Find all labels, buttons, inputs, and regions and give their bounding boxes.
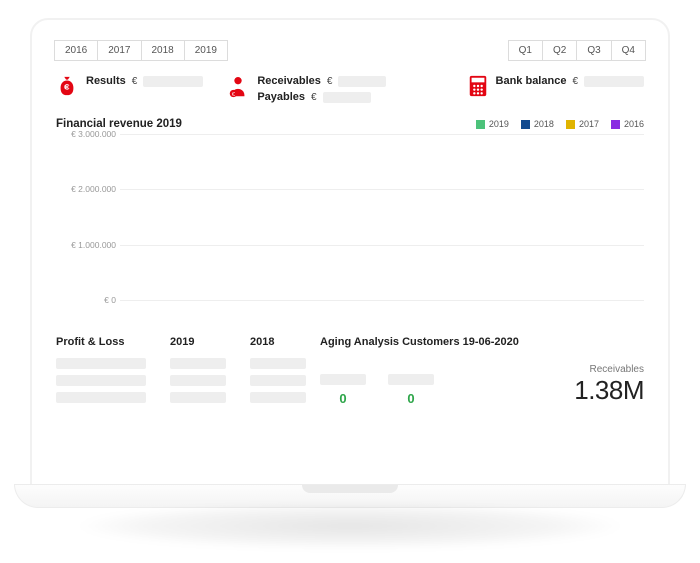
tab-year-2018[interactable]: 2018	[141, 40, 184, 61]
pl-col-b: 2018	[250, 336, 306, 348]
laptop-frame: 2016 2017 2018 2019 Q1 Q2 Q3 Q4 Results	[30, 18, 670, 486]
aging-panel: Aging Analysis Customers 19-06-2020 0 0	[320, 336, 644, 406]
pl-title: Profit & Loss	[56, 336, 146, 348]
aging-col-header	[388, 374, 434, 385]
metric-receivables-payables: € Receivables € Payables €	[227, 75, 386, 104]
legend-2017[interactable]: 2017	[566, 119, 599, 129]
aging-col: 0	[320, 374, 366, 406]
y-tick: € 2.000.000	[56, 184, 116, 194]
legend-2016[interactable]: 2016	[611, 119, 644, 129]
aging-title: Aging Analysis Customers 19-06-2020	[320, 336, 644, 348]
metric-payables-label: Payables	[257, 91, 305, 103]
swatch-icon	[476, 120, 485, 129]
receivables-value: 1.38M	[574, 375, 644, 406]
legend-2019[interactable]: 2019	[476, 119, 509, 129]
metric-bank-currency: €	[572, 76, 578, 87]
aging-value: 0	[407, 391, 414, 406]
y-tick: € 3.000.000	[56, 129, 116, 139]
metric-bank-value	[584, 76, 644, 87]
metric-receivables-value	[338, 76, 386, 87]
pl-row	[56, 358, 306, 369]
metric-results: Results €	[56, 75, 203, 100]
aging-value: 0	[339, 391, 346, 406]
swatch-icon	[566, 120, 575, 129]
metric-payables-value	[323, 92, 371, 103]
tab-q3[interactable]: Q3	[576, 40, 610, 61]
quarter-tabs: Q1 Q2 Q3 Q4	[508, 40, 646, 61]
pl-col-a: 2019	[170, 336, 226, 348]
person-money-icon: €	[227, 75, 249, 104]
y-tick: € 0	[56, 295, 116, 305]
chart-plot	[120, 134, 644, 300]
tabs-row: 2016 2017 2018 2019 Q1 Q2 Q3 Q4	[50, 38, 650, 69]
tab-q1[interactable]: Q1	[508, 40, 542, 61]
legend-2018[interactable]: 2018	[521, 119, 554, 129]
metric-bank: Bank balance €	[468, 75, 644, 100]
metric-results-label: Results	[86, 75, 126, 87]
chart-legend: 2019 2018 2017 2016	[476, 119, 644, 129]
chart-header: Financial revenue 2019 2019 2018 2017 20…	[50, 114, 650, 132]
metric-receivables-label: Receivables	[257, 75, 321, 87]
metric-receivables-currency: €	[327, 76, 333, 87]
tab-q2[interactable]: Q2	[542, 40, 576, 61]
metric-results-currency: €	[132, 76, 138, 87]
tab-year-2016[interactable]: 2016	[54, 40, 97, 61]
swatch-icon	[521, 120, 530, 129]
metric-results-value	[143, 76, 203, 87]
tab-q4[interactable]: Q4	[611, 40, 646, 61]
tab-year-2017[interactable]: 2017	[97, 40, 140, 61]
receivables-label: Receivables	[574, 364, 644, 375]
y-axis: € 3.000.000 € 2.000.000 € 1.000.000 € 0	[56, 134, 116, 300]
aging-col-header	[320, 374, 366, 385]
chart-area: € 3.000.000 € 2.000.000 € 1.000.000 € 0	[56, 134, 644, 320]
pl-row	[56, 392, 306, 403]
metric-payables-currency: €	[311, 92, 317, 103]
laptop-shadow	[80, 504, 620, 548]
dashboard-screen: 2016 2017 2018 2019 Q1 Q2 Q3 Q4 Results	[50, 38, 650, 484]
money-bag-icon	[56, 75, 78, 100]
metric-bank-label: Bank balance	[496, 75, 567, 87]
calculator-icon	[468, 75, 488, 100]
tab-year-2019[interactable]: 2019	[184, 40, 228, 61]
profit-loss-panel: Profit & Loss 2019 2018	[56, 336, 306, 406]
laptop-notch	[302, 485, 398, 493]
svg-text:€: €	[232, 92, 235, 98]
year-tabs: 2016 2017 2018 2019	[54, 40, 228, 61]
pl-row	[56, 375, 306, 386]
receivables-summary: Receivables 1.38M	[574, 364, 644, 406]
bottom-row: Profit & Loss 2019 2018 Aging Analysis C…	[50, 326, 650, 406]
swatch-icon	[611, 120, 620, 129]
aging-col: 0	[388, 374, 434, 406]
y-tick: € 1.000.000	[56, 240, 116, 250]
metrics-row: Results € € Receivables €	[50, 69, 650, 114]
